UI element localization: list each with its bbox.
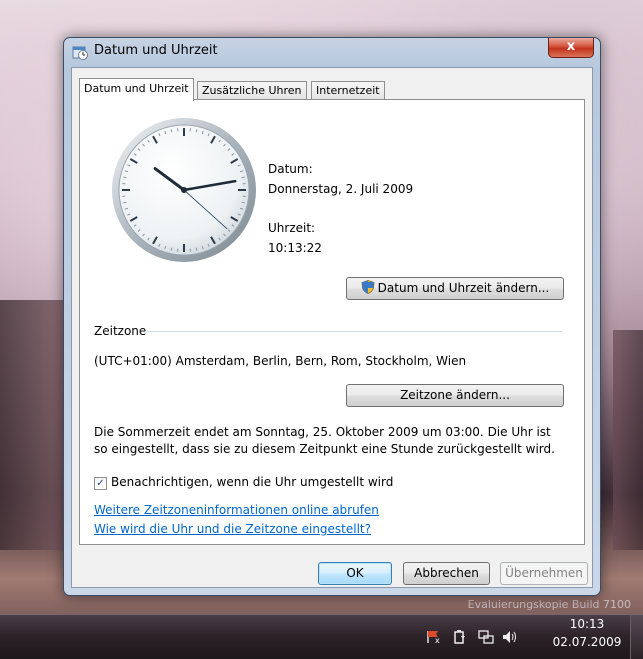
ok-button[interactable]: OK [318,562,392,585]
close-button[interactable]: x [548,38,594,58]
timezone-separator [145,331,562,332]
title-bar[interactable]: Datum und Uhrzeit x [64,38,600,64]
minute-tick [196,129,197,132]
tab-internet-time[interactable]: Internetzeit [311,81,385,100]
minute-tick [196,248,197,251]
time-value: 10:13:22 [268,241,322,255]
clock-center [181,187,187,193]
taskbar-clock-time[interactable]: 10:13 [549,617,625,631]
change-date-time-button[interactable]: Datum und Uhrzeit ändern... [346,277,564,300]
taskbar-clock-date[interactable]: 02.07.2009 [549,635,625,649]
how-to-set-clock-link[interactable]: Wie wird die Uhr und die Zeitzone einges… [94,522,371,536]
minute-tick [123,202,126,203]
dst-info-line2: so eingestellt, dass sie zu diesem Zeitp… [94,442,555,456]
minute-tick [242,177,245,178]
notify-checkbox-label[interactable]: Benachrichtigen, wenn die Uhr umgestellt… [111,475,393,489]
taskbar: x 10:13 02.07.2009 [0,614,643,659]
svg-text:x: x [435,636,440,644]
show-desktop-button[interactable] [630,615,643,659]
tab-panel: Datum: Donnerstag, 2. Juli 2009 Uhrzeit:… [79,99,585,545]
evaluation-watermark: Evaluierungskopie Build 7100 [468,598,631,611]
action-center-flag-icon[interactable]: x [426,630,442,644]
timezone-section-label: Zeitzone [94,324,146,338]
minute-tick [171,129,172,132]
window-title: Datum und Uhrzeit [94,43,218,58]
minute-tick [242,202,245,203]
clock-calendar-icon [72,44,88,60]
tab-date-time[interactable]: Datum und Uhrzeit [79,78,194,101]
tab-additional-clocks[interactable]: Zusätzliche Uhren [197,81,307,100]
network-icon[interactable] [478,630,494,644]
desktop-background [0,300,70,550]
date-time-dialog: Datum und Uhrzeit x Datum und Uhrzeit Zu… [63,37,601,596]
change-timezone-button[interactable]: Zeitzone ändern... [346,384,564,407]
time-label: Uhrzeit: [268,221,315,235]
minute-tick [123,177,126,178]
dialog-client-area: Datum und Uhrzeit Zusätzliche Uhren Inte… [71,67,593,588]
dst-info-line1: Die Sommerzeit endet am Sonntag, 25. Okt… [94,425,551,439]
timezone-value: (UTC+01:00) Amsterdam, Berlin, Bern, Rom… [94,354,466,368]
uac-shield-icon [361,280,375,294]
notify-checkbox[interactable]: ✓ [94,477,107,490]
date-value: Donnerstag, 2. Juli 2009 [268,182,413,196]
change-date-time-label: Datum und Uhrzeit ändern... [378,281,550,295]
apply-button[interactable]: Übernehmen [500,562,588,585]
analog-clock [109,115,259,265]
desktop-background-right [613,330,643,550]
power-icon[interactable] [452,630,468,644]
cancel-button[interactable]: Abbrechen [403,562,490,585]
minute-tick [171,248,172,251]
date-label: Datum: [268,162,313,176]
volume-icon[interactable] [502,630,518,644]
more-timezone-info-link[interactable]: Weitere Zeitzoneninformationen online ab… [94,503,379,517]
